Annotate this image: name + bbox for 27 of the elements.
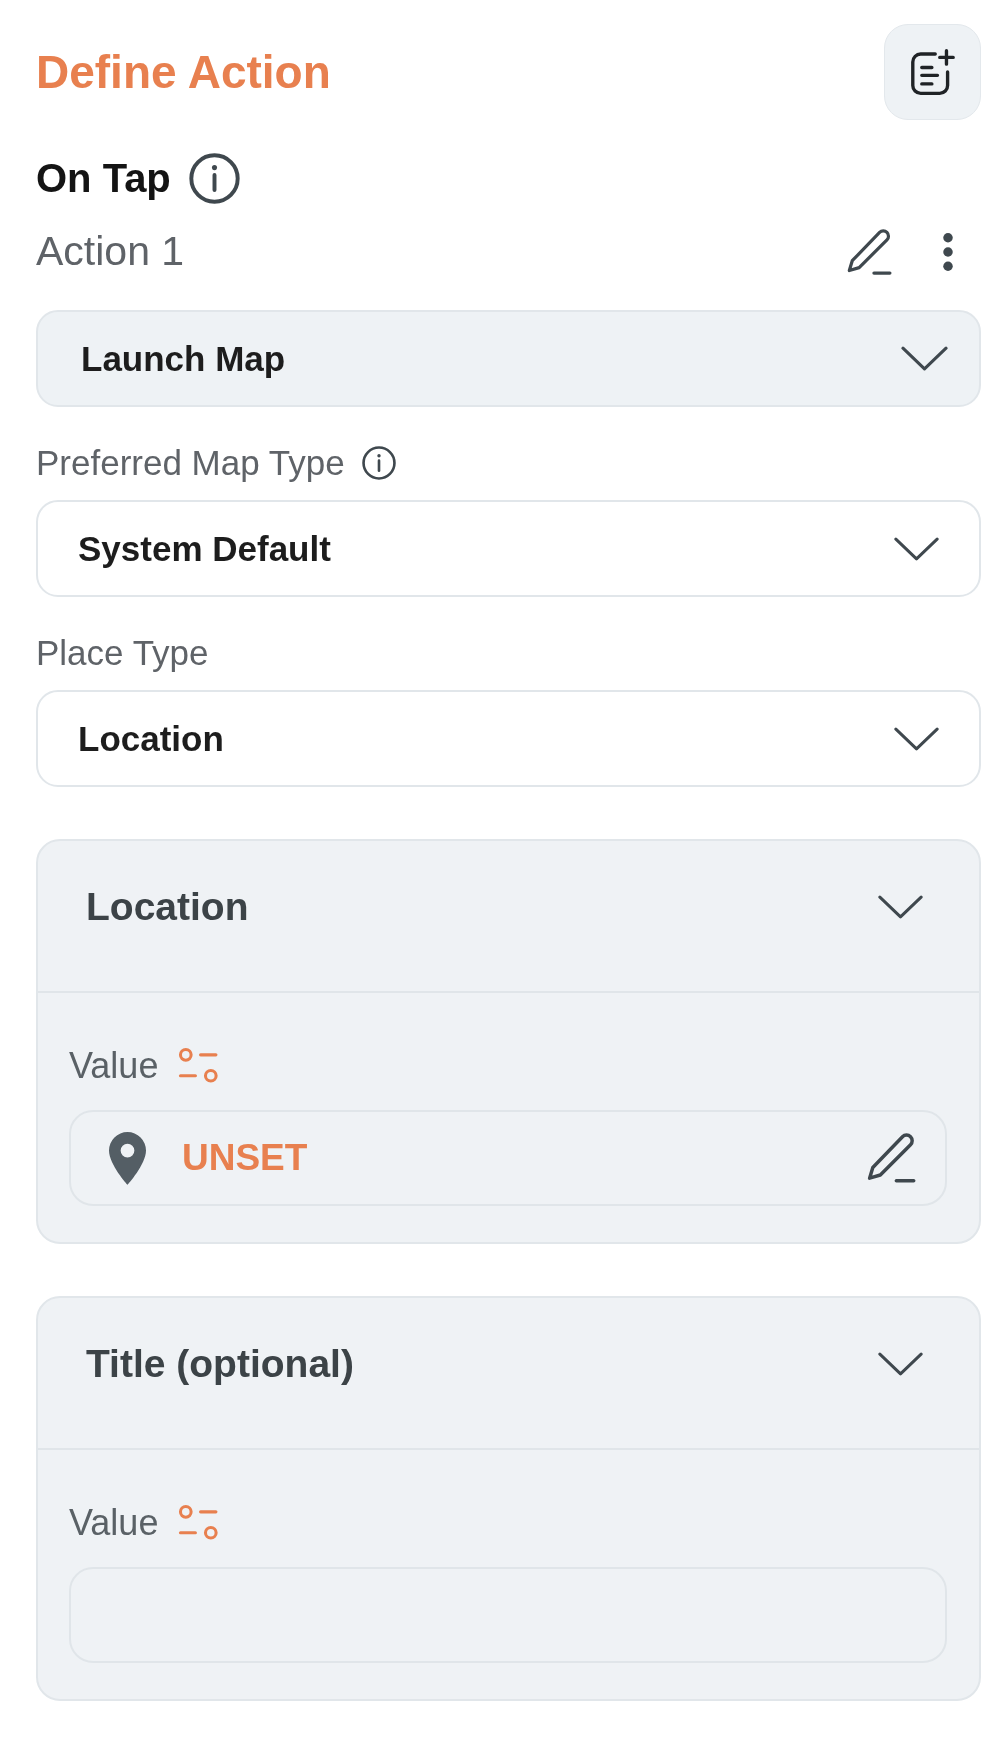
action-type-dropdown[interactable]: Launch Map	[36, 310, 981, 407]
value-label: Value	[69, 1045, 159, 1086]
dropdown[interactable]: Location	[36, 690, 981, 787]
panel-title: Define Action	[36, 45, 331, 99]
more-icon[interactable]	[942, 233, 954, 271]
section-title: Title (optional)	[86, 1340, 354, 1387]
info-icon[interactable]	[188, 152, 240, 204]
value-label: Value	[69, 1502, 159, 1543]
section-title: Location	[86, 883, 249, 930]
field-label: Place Type	[36, 633, 209, 673]
chevron-down-icon	[894, 726, 939, 751]
chevron-down-icon	[894, 536, 939, 561]
trigger-label: On Tap	[36, 155, 171, 202]
add-note-button[interactable]	[884, 24, 981, 120]
document-plus-icon	[910, 48, 955, 96]
pencil-icon[interactable]	[866, 1133, 916, 1183]
dropdown[interactable]: System Default	[36, 500, 981, 597]
sliders-icon[interactable]	[178, 1047, 220, 1084]
pencil-icon[interactable]	[846, 229, 892, 275]
action-name: Action 1	[36, 228, 186, 276]
info-icon[interactable]	[361, 446, 396, 480]
chevron-down-icon[interactable]	[878, 1352, 923, 1376]
chevron-down-icon	[901, 346, 948, 371]
sliders-icon[interactable]	[178, 1504, 220, 1541]
chevron-down-icon[interactable]	[878, 895, 923, 919]
map-pin-icon	[109, 1131, 146, 1185]
field-label: Preferred Map Type	[36, 443, 345, 483]
